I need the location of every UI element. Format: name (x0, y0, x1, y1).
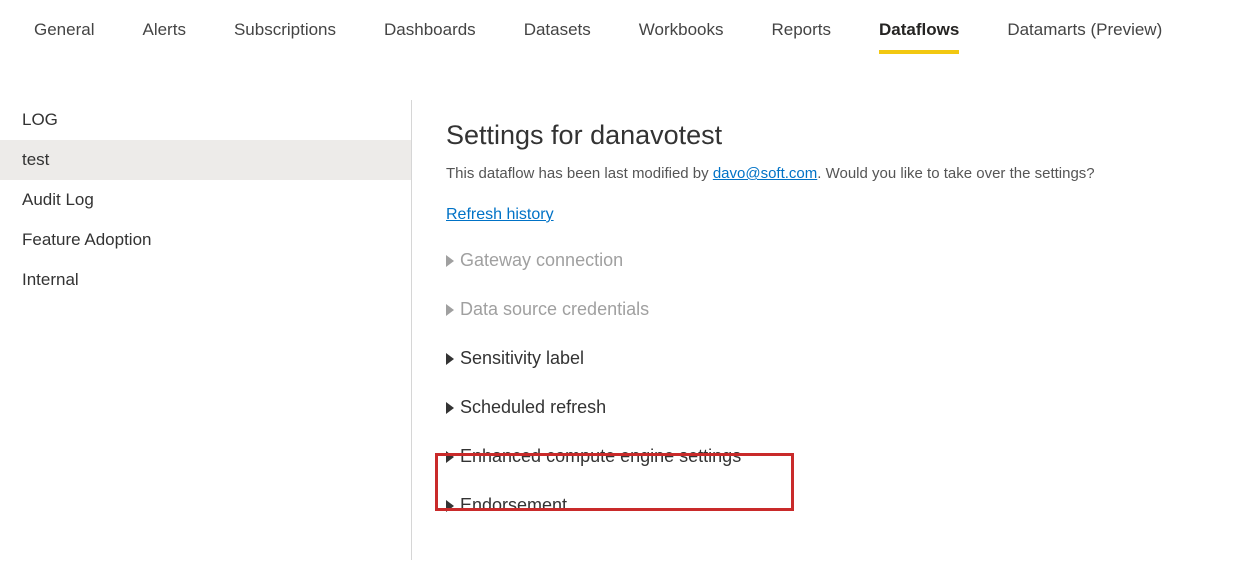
tab-label: Subscriptions (234, 20, 336, 39)
caret-right-icon (446, 451, 454, 463)
tab-datasets[interactable]: Datasets (524, 20, 591, 54)
subtext-prefix: This dataflow has been last modified by (446, 165, 713, 182)
tab-reports[interactable]: Reports (772, 20, 832, 54)
sidebar-item-label: test (22, 150, 49, 169)
tab-dashboards[interactable]: Dashboards (384, 20, 476, 54)
tab-alerts[interactable]: Alerts (142, 20, 185, 54)
section-label: Sensitivity label (460, 348, 584, 369)
tab-datamarts[interactable]: Datamarts (Preview) (1007, 20, 1162, 54)
subtext-suffix: . Would you like to take over the settin… (817, 165, 1094, 182)
topnav: General Alerts Subscriptions Dashboards … (0, 0, 1252, 54)
section-label: Data source credentials (460, 299, 649, 320)
section-enhanced-compute-engine[interactable]: Enhanced compute engine settings (446, 446, 1252, 467)
sidebar-item-log[interactable]: LOG (0, 100, 411, 140)
sidebar-item-label: Internal (22, 270, 79, 289)
tab-dataflows[interactable]: Dataflows (879, 20, 959, 54)
caret-right-icon (446, 353, 454, 365)
tab-label: General (34, 20, 94, 39)
sidebar-item-label: Feature Adoption (22, 230, 151, 249)
tab-label: Alerts (142, 20, 185, 39)
sidebar-item-feature-adoption[interactable]: Feature Adoption (0, 220, 411, 260)
caret-right-icon (446, 304, 454, 316)
sidebar-item-label: Audit Log (22, 190, 94, 209)
tab-general[interactable]: General (34, 20, 94, 54)
main-content: Settings for danavotest This dataflow ha… (412, 100, 1252, 560)
sidebar-item-internal[interactable]: Internal (0, 260, 411, 300)
tab-subscriptions[interactable]: Subscriptions (234, 20, 336, 54)
sidebar-item-audit-log[interactable]: Audit Log (0, 180, 411, 220)
tab-label: Workbooks (639, 20, 724, 39)
section-gateway-connection[interactable]: Gateway connection (446, 250, 1252, 271)
section-endorsement[interactable]: Endorsement (446, 495, 1252, 516)
sidebar-item-test[interactable]: test (0, 140, 411, 180)
caret-right-icon (446, 402, 454, 414)
section-label: Gateway connection (460, 250, 623, 271)
sidebar: LOG test Audit Log Feature Adoption Inte… (0, 100, 412, 560)
refresh-history-link[interactable]: Refresh history (446, 206, 554, 223)
tab-label: Datamarts (Preview) (1007, 20, 1162, 39)
section-data-source-credentials[interactable]: Data source credentials (446, 299, 1252, 320)
sidebar-item-label: LOG (22, 110, 58, 129)
caret-right-icon (446, 500, 454, 512)
section-label: Enhanced compute engine settings (460, 446, 741, 467)
tab-workbooks[interactable]: Workbooks (639, 20, 724, 54)
page-title: Settings for danavotest (446, 120, 1252, 151)
caret-right-icon (446, 255, 454, 267)
section-sensitivity-label[interactable]: Sensitivity label (446, 348, 1252, 369)
owner-email-link[interactable]: davo@soft.com (713, 165, 817, 182)
tab-label: Dataflows (879, 20, 959, 39)
section-label: Scheduled refresh (460, 397, 606, 418)
section-scheduled-refresh[interactable]: Scheduled refresh (446, 397, 1252, 418)
tab-label: Reports (772, 20, 832, 39)
section-label: Endorsement (460, 495, 567, 516)
settings-sections: Gateway connection Data source credentia… (446, 250, 1252, 516)
tab-label: Datasets (524, 20, 591, 39)
page-subtext: This dataflow has been last modified by … (446, 165, 1252, 182)
tab-label: Dashboards (384, 20, 476, 39)
